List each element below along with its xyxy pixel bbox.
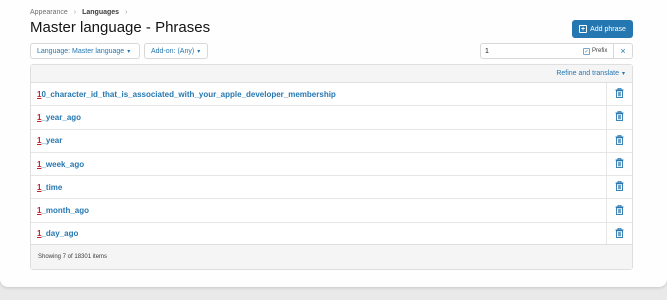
delete-phrase-button[interactable] (606, 106, 632, 129)
phrase-title: _month_ago (41, 206, 90, 216)
list-header: Refine and translate ▾ (31, 65, 632, 83)
addon-filter-button[interactable]: Add-on: (Any) ▾ (144, 43, 208, 59)
phrase-title: _time (41, 182, 63, 192)
checkbox-icon: ✓ (583, 47, 590, 55)
delete-phrase-button[interactable] (606, 176, 632, 199)
breadcrumb-separator: › (125, 8, 128, 16)
delete-phrase-button[interactable] (606, 129, 632, 152)
phrase-title: 0_character_id_that_is_associated_with_y… (41, 89, 336, 99)
breadcrumb-item-appearance[interactable]: Appearance (30, 9, 68, 16)
prefix-toggle[interactable]: ✓ Prefix (581, 44, 613, 58)
refine-translate-link[interactable]: Refine and translate (556, 70, 619, 77)
list-footer: Showing 7 of 18301 items (31, 244, 632, 269)
phrase-link[interactable]: 1_week_ago (31, 160, 606, 169)
trash-icon (615, 85, 624, 103)
phrase-title: _year (41, 136, 63, 146)
delete-phrase-button[interactable] (606, 83, 632, 106)
page-title: Master language - Phrases (30, 19, 211, 36)
trash-icon (615, 132, 624, 150)
page-frame: Appearance › Languages › Master language… (0, 0, 667, 287)
phrase-row: 1_day_ago (31, 222, 632, 247)
phrase-search-input[interactable] (481, 44, 581, 58)
phrase-row: 1_year_ago (31, 106, 632, 130)
phrase-filter: ✓ Prefix × (480, 43, 633, 59)
phrase-link[interactable]: 1_year_ago (31, 113, 606, 122)
delete-phrase-button[interactable] (606, 222, 632, 246)
breadcrumb: Appearance › Languages › (30, 6, 133, 18)
phrase-list: Refine and translate ▾ 10_character_id_t… (30, 64, 633, 270)
language-filter-label: Language: Master language (37, 47, 125, 55)
language-filter-button[interactable]: Language: Master language ▾ (30, 43, 140, 59)
phrase-link[interactable]: 10_character_id_that_is_associated_with_… (31, 90, 606, 99)
addon-filter-label: Add-on: (Any) (151, 47, 195, 55)
trash-icon (615, 178, 624, 196)
phrase-link[interactable]: 1_month_ago (31, 206, 606, 215)
delete-phrase-button[interactable] (606, 152, 632, 176)
breadcrumb-item-languages[interactable]: Languages (82, 9, 119, 16)
phrase-link[interactable]: 1_day_ago (31, 229, 606, 238)
phrase-row: 1_month_ago (31, 199, 632, 223)
breadcrumb-separator: › (73, 8, 77, 16)
phrase-row: 1_time (31, 176, 632, 200)
phrase-row: 1_year (31, 129, 632, 153)
caret-down-icon: ▾ (127, 48, 131, 55)
phrase-title: _year_ago (41, 112, 82, 122)
add-phrase-button[interactable]: + Add phrase (572, 20, 633, 38)
add-phrase-label: Add phrase (590, 25, 626, 33)
trash-icon (615, 155, 624, 173)
trash-icon (615, 225, 624, 243)
trash-icon (615, 108, 624, 126)
trash-icon (615, 202, 624, 220)
phrase-link[interactable]: 1_year (31, 136, 606, 145)
phrase-row: 10_character_id_that_is_associated_with_… (31, 83, 632, 107)
caret-down-icon: ▾ (621, 71, 625, 77)
plus-icon: + (579, 25, 588, 33)
delete-phrase-button[interactable] (606, 199, 632, 222)
phrase-title: _week_ago (41, 159, 85, 169)
clear-filter-button[interactable]: × (613, 44, 632, 58)
phrase-row: 1_week_ago (31, 152, 632, 177)
caret-down-icon: ▾ (197, 48, 201, 55)
phrase-link[interactable]: 1_time (31, 183, 606, 192)
prefix-label: Prefix (592, 48, 608, 54)
phrase-title: _day_ago (41, 229, 79, 239)
